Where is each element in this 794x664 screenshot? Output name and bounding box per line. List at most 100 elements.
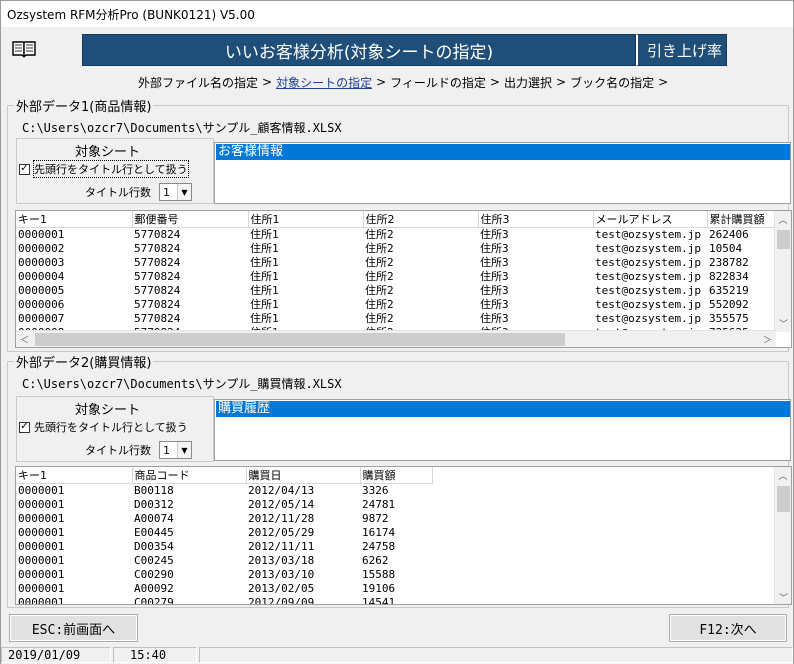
table-cell: C00290 (134, 568, 174, 581)
table-row[interactable]: 0000005 5770824 住所1 住所2 住所3 test@ozsystem.jp 6… (16, 284, 777, 298)
breadcrumb-step-sheet[interactable]: 対象シートの指定 (276, 74, 372, 91)
table-cell: 0000005 (18, 284, 65, 297)
table-row[interactable]: 0000001 B00118 2012/04/13 3326 (16, 484, 432, 498)
scroll-thumb[interactable] (35, 333, 565, 346)
title-rows-value: 1 (163, 443, 170, 457)
sheet-label: 対象シート (75, 403, 141, 418)
table-cell: 635219 (709, 284, 749, 297)
sheet-label: 対象シート (75, 145, 141, 160)
lift-rate-banner: 引き上げ率 (636, 34, 727, 66)
table-cell: 0000002 (18, 242, 65, 255)
table-row[interactable]: 0000001 D00354 2012/11/11 24758 (16, 540, 432, 554)
column-header[interactable]: キー1 (16, 211, 133, 228)
header-row-checkbox[interactable]: ✓ 先頭行をタイトル行として扱う (19, 160, 189, 178)
sheet-list[interactable]: 購買履歴 (214, 399, 791, 461)
horizontal-scrollbar[interactable]: ＜ ＞ (16, 330, 776, 347)
scroll-thumb[interactable] (777, 230, 790, 249)
table-cell: A00092 (134, 582, 174, 595)
table-row[interactable]: 0000002 5770824 住所1 住所2 住所3 test@ozsystem.jp 1… (16, 242, 777, 256)
column-header[interactable]: 商品コード (132, 467, 247, 484)
app-window: Ozsystem RFM分析Pro (BUNK0121) V5.00 いいお客様… (0, 0, 794, 664)
title-rows-select[interactable]: 1 ▼ (159, 441, 192, 459)
table-cell: 10504 (709, 242, 743, 255)
table-cell: 0000001 (18, 596, 65, 605)
sheet-list-item[interactable]: お客様情報 (216, 144, 790, 160)
table-cell: 5770824 (134, 270, 181, 283)
table-cell: 14541 (362, 596, 396, 605)
window-title: Ozsystem RFM分析Pro (BUNK0121) V5.00 (7, 7, 255, 22)
table-cell: 0000004 (18, 270, 65, 283)
scroll-up-icon[interactable]: ︿ (775, 467, 791, 484)
table-row[interactable]: 0000001 D00312 2012/05/14 24781 (16, 498, 432, 512)
preview-table: キー1 商品コード 購買日 購買額 0000001 B00118 2012/04/13 33… (16, 467, 433, 605)
vertical-scrollbar[interactable]: ︿ ﹀ (774, 211, 791, 332)
status-time: 15:40 (113, 647, 197, 663)
table-cell: 住所2 (365, 312, 394, 325)
table-cell: 238782 (709, 256, 749, 269)
table-row[interactable]: 0000001 5770824 住所1 住所2 住所3 test@ozsystem.jp 2… (16, 228, 777, 242)
table-cell: 住所1 (250, 312, 279, 325)
table-row[interactable]: 0000001 C00245 2013/03/18 6262 (16, 554, 432, 568)
table-cell: 2012/11/11 (248, 540, 315, 553)
table-cell: 2012/11/28 (248, 512, 315, 525)
checkbox-check-icon[interactable]: ✓ (19, 421, 30, 433)
table-cell: D00312 (134, 498, 174, 511)
back-button[interactable]: ESC:前画面へ (9, 614, 138, 642)
table-row[interactable]: 0000003 5770824 住所1 住所2 住所3 test@ozsystem.jp 2… (16, 256, 777, 270)
group-legend: 外部データ1(商品情報) (14, 96, 154, 115)
column-header[interactable]: メールアドレス (593, 211, 708, 228)
table-cell: 0000001 (18, 228, 65, 242)
vertical-scrollbar[interactable]: ︿ ﹀ (774, 467, 791, 604)
table-row[interactable]: 0000006 5770824 住所1 住所2 住所3 test@ozsystem.jp 5… (16, 298, 777, 312)
chevron-down-icon[interactable]: ▼ (177, 184, 191, 200)
scroll-up-icon[interactable]: ︿ (775, 211, 791, 228)
table-cell: B00118 (134, 484, 174, 498)
sheet-list[interactable]: お客様情報 (214, 142, 791, 204)
file-path: C:\Users\ozcr7\Documents\サンプル_顧客情報.XLSX (22, 121, 342, 135)
scroll-left-icon[interactable]: ＜ (16, 331, 33, 347)
header-row-checkbox[interactable]: ✓ 先頭行をタイトル行として扱う (19, 419, 188, 435)
table-row[interactable]: 0000004 5770824 住所1 住所2 住所3 test@ozsystem.jp 8… (16, 270, 777, 284)
table-cell: 住所3 (480, 270, 509, 283)
checkbox-label: 先頭行をタイトル行として扱う (34, 421, 188, 434)
checkbox-check-icon[interactable]: ✓ (19, 163, 30, 175)
table-row[interactable]: 0000001 A00074 2012/11/28 9872 (16, 512, 432, 526)
column-header[interactable]: 購買日 (246, 467, 361, 484)
table-cell: 262406 (709, 228, 749, 242)
table-cell: 6262 (362, 554, 389, 567)
table-cell: 3326 (362, 484, 389, 498)
table-cell: 0000001 (18, 568, 65, 581)
table-cell: 24781 (362, 498, 396, 511)
column-header[interactable]: 累計購買額 (707, 211, 778, 228)
scroll-down-icon[interactable]: ﹀ (775, 589, 791, 604)
column-header[interactable]: キー1 (16, 467, 133, 484)
preview-grid[interactable]: キー1 郵便番号 住所1 住所2 住所3 メールアドレス 累計購買額 0000001 5770… (15, 210, 792, 348)
table-cell: 0000003 (18, 256, 65, 269)
table-row[interactable]: 0000007 5770824 住所1 住所2 住所3 test@ozsystem.jp 3… (16, 312, 777, 326)
table-row[interactable]: 0000001 C00279 2012/09/09 14541 (16, 596, 432, 605)
scroll-down-icon[interactable]: ﹀ (775, 315, 791, 332)
table-cell: 2012/04/13 (248, 484, 315, 498)
table-cell: 住所2 (365, 228, 394, 242)
sheet-options-panel: 対象シート ✓ 先頭行をタイトル行として扱う タイトル行数 1 ▼ (16, 138, 214, 204)
table-row[interactable]: 0000001 A00092 2013/02/05 19106 (16, 582, 432, 596)
table-cell: 0000001 (18, 498, 65, 511)
chevron-down-icon[interactable]: ▼ (177, 442, 191, 458)
table-row[interactable]: 0000001 C00290 2013/03/10 15588 (16, 568, 432, 582)
preview-grid[interactable]: キー1 商品コード 購買日 購買額 0000001 B00118 2012/04/13 33… (15, 466, 792, 605)
table-cell: 355575 (709, 312, 749, 325)
sheet-list-item[interactable]: 購買履歴 (216, 401, 790, 417)
column-header[interactable]: 住所3 (478, 211, 594, 228)
table-row[interactable]: 0000001 E00445 2012/05/29 16174 (16, 526, 432, 540)
title-rows-select[interactable]: 1 ▼ (159, 183, 192, 201)
table-cell: 0000001 (18, 540, 65, 553)
table-cell: 住所2 (365, 284, 394, 297)
next-button[interactable]: F12:次へ (669, 614, 787, 642)
scroll-right-icon[interactable]: ＞ (759, 331, 776, 347)
column-header[interactable]: 住所2 (363, 211, 479, 228)
column-header[interactable]: 住所1 (248, 211, 364, 228)
column-header[interactable]: 購買額 (360, 467, 433, 484)
scroll-thumb[interactable] (777, 486, 790, 512)
column-header[interactable]: 郵便番号 (132, 211, 249, 228)
table-cell: 住所1 (250, 242, 279, 255)
